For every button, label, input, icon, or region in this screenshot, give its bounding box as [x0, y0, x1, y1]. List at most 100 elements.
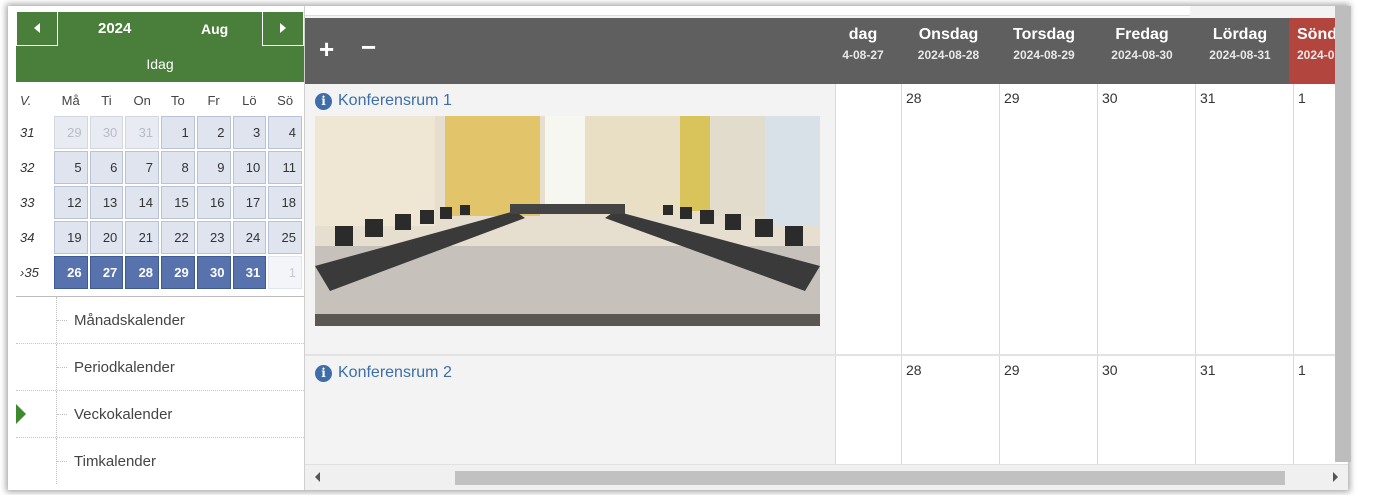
- week-number-label: 35: [24, 265, 39, 280]
- week-number[interactable]: 34: [18, 221, 52, 254]
- info-icon[interactable]: i: [315, 92, 332, 110]
- zoom-in-button[interactable]: +: [319, 36, 334, 62]
- room-link[interactable]: i Konferensrum 1: [315, 92, 452, 110]
- booking-cell[interactable]: 29: [999, 356, 1097, 464]
- day-cell[interactable]: 1: [268, 256, 302, 289]
- conference-room-image: [315, 116, 820, 326]
- booking-cell[interactable]: 28: [901, 356, 999, 464]
- day-cell[interactable]: 29: [53, 116, 88, 149]
- scroll-right-icon[interactable]: [1333, 472, 1338, 482]
- day-cell[interactable]: 14: [125, 186, 160, 219]
- weekday-header: Må: [61, 92, 80, 108]
- zoom-out-button[interactable]: −: [361, 34, 376, 60]
- view-menu: Månadskalender Periodkalender Veckokalen…: [16, 296, 304, 484]
- day-cell[interactable]: 16: [196, 186, 231, 219]
- tree-line: [56, 438, 67, 484]
- day-cell-selected[interactable]: 26: [53, 256, 88, 289]
- week-number[interactable]: 31: [18, 116, 52, 149]
- week-number-current[interactable]: ›35: [18, 256, 52, 289]
- day-cell[interactable]: 4: [268, 116, 302, 149]
- weekday-header: Fr: [207, 92, 220, 108]
- day-cell[interactable]: 18: [268, 186, 302, 219]
- menu-item-veckokalender[interactable]: Veckokalender: [16, 390, 304, 437]
- day-cell[interactable]: 20: [89, 221, 124, 254]
- week-number[interactable]: 33: [18, 186, 52, 219]
- day-cell[interactable]: 30: [89, 116, 124, 149]
- day-cell[interactable]: 6: [89, 151, 124, 184]
- mini-calendar-grid: V. Må Ti On To Fr Lö Sö 31 29 30 31 1 2 …: [16, 84, 304, 291]
- room-link[interactable]: i Konferensrum 2: [315, 364, 452, 382]
- top-strip: [305, 6, 1190, 16]
- day-header-tuesday[interactable]: dag 4-08-27: [833, 18, 893, 84]
- day-cell[interactable]: 9: [196, 151, 231, 184]
- week-view: + − dag 4-08-27 Onsdag 2024-08-28 Torsda…: [305, 6, 1348, 490]
- tree-line: [56, 297, 67, 343]
- menu-item-periodkalender[interactable]: Periodkalender: [16, 343, 304, 390]
- day-cell[interactable]: 15: [161, 186, 195, 219]
- caret-left-icon: [33, 22, 41, 36]
- menu-item-timkalender[interactable]: Timkalender: [16, 437, 304, 484]
- day-cell[interactable]: 8: [161, 151, 195, 184]
- booking-cell[interactable]: 31: [1195, 84, 1293, 354]
- day-date: 4-08-27: [842, 48, 884, 62]
- booking-cell[interactable]: [835, 84, 901, 354]
- scrollbar-thumb[interactable]: [455, 471, 1285, 485]
- mini-calendar-year[interactable]: 2024: [98, 20, 131, 37]
- menu-item-label: Periodkalender: [74, 358, 175, 376]
- prev-month-button[interactable]: [16, 12, 58, 46]
- room-name: Konferensrum 2: [338, 364, 452, 381]
- week-number[interactable]: 32: [18, 151, 52, 184]
- day-cell-selected[interactable]: 28: [125, 256, 160, 289]
- day-cell[interactable]: 1: [161, 116, 195, 149]
- day-cell[interactable]: 5: [53, 151, 88, 184]
- day-date: 2024-08-31: [1209, 48, 1271, 62]
- menu-item-label: Månadskalender: [74, 311, 185, 329]
- booking-cell[interactable]: 28: [901, 84, 999, 354]
- day-cell[interactable]: 10: [232, 151, 267, 184]
- day-cell[interactable]: 13: [89, 186, 124, 219]
- day-cell-selected[interactable]: 29: [161, 256, 195, 289]
- day-cell[interactable]: 12: [53, 186, 88, 219]
- info-icon[interactable]: i: [315, 364, 332, 382]
- menu-item-label: Veckokalender: [74, 405, 173, 423]
- day-header-thursday[interactable]: Torsdag 2024-08-29: [995, 18, 1093, 84]
- day-cell-selected[interactable]: 31: [232, 256, 267, 289]
- today-button[interactable]: Idag: [16, 46, 304, 82]
- next-month-button[interactable]: [262, 12, 304, 46]
- day-cell[interactable]: 3: [232, 116, 267, 149]
- weekday-header: Sö: [277, 92, 294, 108]
- booking-cell[interactable]: 31: [1195, 356, 1293, 464]
- day-cell[interactable]: 17: [232, 186, 267, 219]
- day-cell[interactable]: 23: [196, 221, 231, 254]
- vertical-scrollbar[interactable]: [1335, 6, 1351, 462]
- day-header-wednesday[interactable]: Onsdag 2024-08-28: [902, 18, 995, 84]
- menu-item-manadskalender[interactable]: Månadskalender: [16, 296, 304, 343]
- booking-cell[interactable]: [835, 356, 901, 464]
- day-cell[interactable]: 22: [161, 221, 195, 254]
- day-cell[interactable]: 11: [268, 151, 302, 184]
- booking-cell[interactable]: 30: [1097, 356, 1195, 464]
- mini-calendar-month[interactable]: Aug: [201, 21, 228, 37]
- day-header-saturday[interactable]: Lördag 2024-08-31: [1191, 18, 1289, 84]
- day-name: Lördag: [1212, 26, 1268, 43]
- day-cell-selected[interactable]: 30: [196, 256, 231, 289]
- day-name: Fredag: [1115, 26, 1169, 43]
- day-cell[interactable]: 25: [268, 221, 302, 254]
- tree-line: [56, 344, 67, 390]
- room-photo: [315, 116, 820, 326]
- day-cell[interactable]: 2: [196, 116, 231, 149]
- booking-cell[interactable]: 30: [1097, 84, 1195, 354]
- booking-cell[interactable]: 29: [999, 84, 1097, 354]
- day-cell[interactable]: 7: [125, 151, 160, 184]
- day-cell[interactable]: 19: [53, 221, 88, 254]
- day-cell-selected[interactable]: 27: [89, 256, 124, 289]
- day-header-friday[interactable]: Fredag 2024-08-30: [1093, 18, 1191, 84]
- day-cell[interactable]: 24: [232, 221, 267, 254]
- day-date: 2024-08-28: [917, 48, 980, 62]
- scroll-left-icon[interactable]: [315, 472, 320, 482]
- horizontal-scrollbar[interactable]: [305, 464, 1348, 490]
- day-cell[interactable]: 31: [125, 116, 160, 149]
- week-number-header: V.: [20, 92, 32, 108]
- day-cell[interactable]: 21: [125, 221, 160, 254]
- caret-right-icon: [279, 22, 287, 36]
